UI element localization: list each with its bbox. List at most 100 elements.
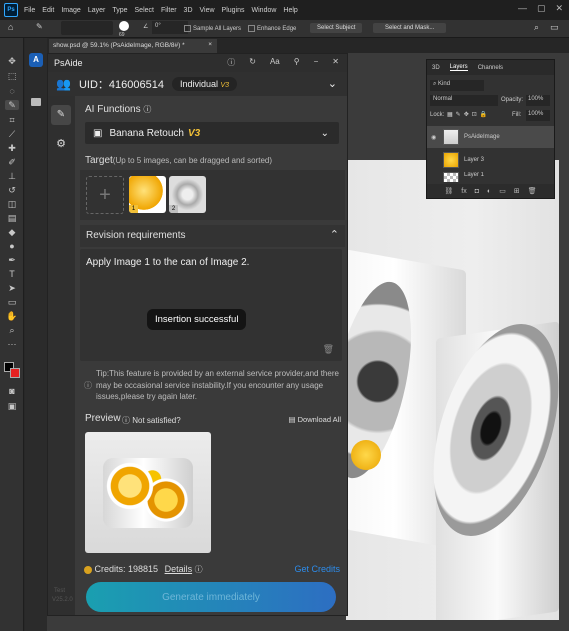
layer-row[interactable]: Layer 1 — [427, 172, 554, 182]
close-panel-icon[interactable]: ✕ — [332, 57, 339, 68]
menu-type[interactable]: Type — [112, 7, 127, 14]
select-and-mask-button[interactable]: Select and Mask... — [373, 23, 447, 33]
adjustment-icon[interactable]: ◐ — [487, 188, 491, 195]
move-tool-icon[interactable]: ✥ — [5, 56, 19, 66]
minimize-icon[interactable]: — — [518, 3, 527, 14]
psaide-logo-icon[interactable]: A — [29, 53, 43, 67]
gradient-tool-icon[interactable]: ▤ — [5, 213, 19, 223]
not-satisfied-link[interactable]: ⓘ Not satisfied? — [122, 415, 181, 426]
search-icon[interactable]: ⌕ — [534, 22, 539, 33]
menu-layer[interactable]: Layer — [88, 7, 106, 14]
trash-icon[interactable]: 🗑 — [528, 187, 537, 195]
function-dropdown[interactable]: ▣ Banana Retouch V3 ⌄ — [85, 122, 339, 144]
download-all-button[interactable]: ▤ Download All — [288, 415, 341, 424]
mask-icon[interactable]: ◘ — [475, 188, 479, 195]
filter-kind-select[interactable]: ⌕ Kind — [430, 80, 484, 91]
link-layers-icon[interactable]: ⛓ — [444, 187, 453, 195]
plugin-icon[interactable] — [31, 98, 41, 106]
info-icon[interactable]: ⓘ — [195, 565, 203, 574]
marquee-tool-icon[interactable]: ⬚ — [5, 71, 19, 81]
get-credits-link[interactable]: Get Credits — [294, 564, 340, 574]
menu-3d[interactable]: 3D — [184, 7, 193, 14]
brush-preview-icon[interactable] — [119, 21, 129, 31]
canvas-image — [346, 160, 559, 620]
home-icon[interactable]: ⌂ — [8, 22, 13, 32]
menu-filter[interactable]: Filter — [161, 7, 177, 14]
menu-image[interactable]: Image — [61, 7, 80, 14]
fx-icon[interactable]: fx — [461, 188, 466, 195]
brush-tool-icon[interactable]: ✐ — [5, 157, 19, 167]
quick-select-tool-icon[interactable]: ✎ — [36, 22, 43, 31]
close-tab-icon[interactable]: × — [208, 41, 212, 48]
opacity-field[interactable]: 100% — [526, 95, 550, 106]
stamp-tool-icon[interactable]: ⊥ — [5, 171, 19, 181]
angle-field[interactable]: 0° — [152, 21, 188, 34]
eraser-tool-icon[interactable]: ◫ — [5, 199, 19, 209]
maximize-icon[interactable]: ▢ — [537, 3, 546, 14]
revision-header[interactable]: Revision requirements ⌃ — [80, 225, 345, 247]
dodge-tool-icon[interactable]: ● — [5, 241, 19, 251]
history-brush-icon[interactable]: ↺ — [5, 185, 19, 195]
tab-3d[interactable]: 3D — [432, 65, 440, 71]
menu-edit[interactable]: Edit — [42, 7, 54, 14]
path-selection-icon[interactable]: ➤ — [5, 283, 19, 293]
menu-file[interactable]: File — [24, 7, 35, 14]
more-tools-icon[interactable]: ··· — [5, 339, 19, 349]
revision-textarea[interactable]: Apply Image 1 to the can of Image 2. Ins… — [80, 249, 342, 361]
preview-can — [103, 458, 193, 528]
sample-all-layers-checkbox[interactable]: Sample All Layers — [184, 25, 241, 32]
menu-help[interactable]: Help — [283, 7, 297, 14]
minimize-panel-icon[interactable]: − — [314, 57, 319, 68]
info-icon[interactable]: ⓘ — [227, 57, 235, 68]
menu-plugins[interactable]: Plugins — [222, 7, 245, 14]
tab-channels[interactable]: Channels — [478, 65, 503, 71]
select-subject-button[interactable]: Select Subject — [310, 23, 363, 33]
menu-select[interactable]: Select — [135, 7, 154, 14]
menu-view[interactable]: View — [200, 7, 215, 14]
workspace-icon[interactable]: ▭ — [550, 22, 559, 33]
hand-tool-icon[interactable]: ✋ — [5, 311, 19, 321]
target-image-1[interactable]: 1 — [129, 176, 166, 213]
background-color-swatch[interactable] — [10, 368, 20, 378]
pen-tool-icon[interactable]: ✒ — [5, 255, 19, 265]
lasso-tool-icon[interactable]: ◌ — [5, 86, 19, 96]
type-tool-icon[interactable]: T — [5, 269, 19, 279]
refresh-icon[interactable]: ↻ — [249, 57, 256, 68]
zoom-tool-icon[interactable]: ⌕ — [5, 325, 19, 335]
fill-field[interactable]: 100% — [526, 110, 550, 121]
trash-icon[interactable]: 🗑 — [323, 344, 334, 355]
lock-icons[interactable]: ▦✎✥⊡🔒 — [447, 111, 490, 118]
chevron-down-icon[interactable]: ⌄ — [328, 77, 337, 90]
folder-icon[interactable]: ▭ — [499, 187, 506, 195]
healing-tool-icon[interactable]: ✚ — [5, 143, 19, 153]
add-image-button[interactable]: + — [86, 176, 124, 214]
blur-tool-icon[interactable]: ◆ — [5, 227, 19, 237]
font-size-icon[interactable]: Aa — [270, 57, 280, 68]
new-layer-icon[interactable]: ⊞ — [514, 187, 520, 195]
eyedropper-tool-icon[interactable]: ⟋ — [5, 129, 19, 139]
generate-button[interactable]: Generate immediately — [86, 582, 336, 612]
chevron-up-icon[interactable]: ⌃ — [330, 228, 339, 241]
layer-row[interactable]: Layer 3 — [427, 149, 554, 171]
quick-mask-icon[interactable]: ◙ — [5, 386, 19, 396]
close-icon[interactable]: ✕ — [555, 3, 563, 14]
selection-mode-group[interactable] — [61, 21, 113, 35]
screen-mode-icon[interactable]: ▣ — [5, 401, 19, 411]
blend-mode-select[interactable]: Normal — [430, 95, 498, 106]
document-tab[interactable]: show.psd @ 59.1% (PsAideImage, RGB/8#) *… — [49, 39, 217, 53]
nav-settings-icon[interactable]: ⚙ — [51, 134, 71, 154]
menu-window[interactable]: Window — [252, 7, 277, 14]
details-link[interactable]: Details — [165, 564, 193, 574]
rectangle-tool-icon[interactable]: ▭ — [5, 297, 19, 307]
visibility-eye-icon[interactable]: ◉ — [431, 134, 436, 141]
enhance-edge-checkbox[interactable]: Enhance Edge — [248, 25, 296, 32]
pin-icon[interactable]: ⚲ — [294, 57, 300, 68]
preview-image[interactable] — [85, 432, 211, 553]
quick-selection-tool-icon[interactable]: ✎ — [5, 100, 19, 110]
crop-tool-icon[interactable]: ⌗ — [5, 115, 19, 125]
help-icon[interactable]: ⓘ — [143, 105, 151, 114]
tab-layers[interactable]: Layers — [449, 64, 468, 71]
target-image-2[interactable]: 2 — [169, 176, 206, 213]
layer-row[interactable]: ◉ PsAideImage — [427, 126, 554, 148]
nav-edit-icon[interactable]: ✎ — [51, 105, 71, 125]
